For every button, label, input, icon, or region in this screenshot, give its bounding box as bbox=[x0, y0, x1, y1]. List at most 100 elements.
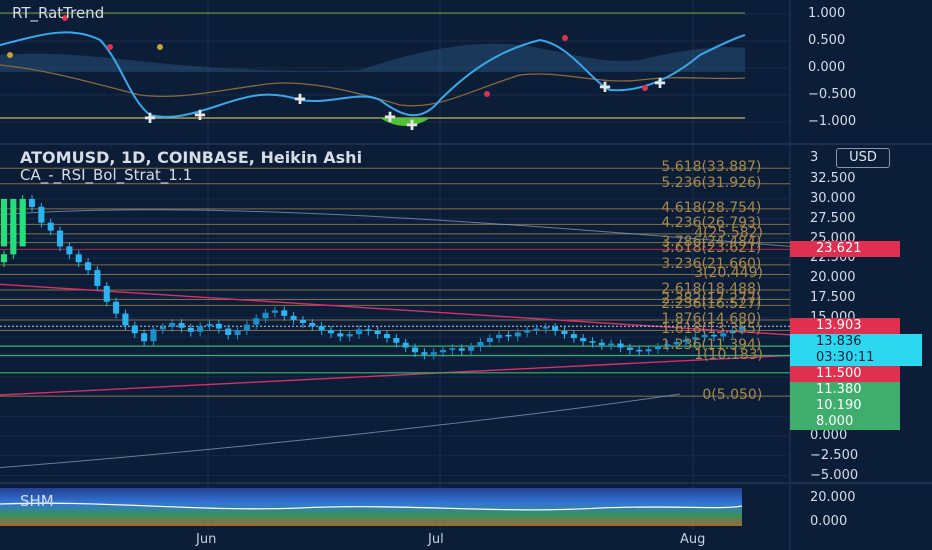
candle-body bbox=[75, 254, 82, 263]
cross-marker: ✚ bbox=[654, 76, 666, 92]
candle-body bbox=[533, 328, 540, 331]
candle-body bbox=[617, 343, 624, 348]
candle-body bbox=[374, 330, 381, 335]
price-tag: 11.380 bbox=[790, 382, 900, 399]
price-tag: 13.836 bbox=[790, 334, 922, 351]
strategy-title[interactable]: CA_-_RSI_Bol_Strat_1.1 bbox=[20, 166, 192, 184]
candle-body-up bbox=[0, 199, 8, 247]
candle-body bbox=[299, 319, 306, 324]
main-axis-tick: −2.500 bbox=[810, 447, 859, 463]
candle-body bbox=[28, 199, 36, 207]
cross-marker: ✚ bbox=[144, 111, 156, 127]
price-tag: 10.190 bbox=[790, 398, 900, 415]
candle-body bbox=[393, 338, 400, 343]
candle-body bbox=[645, 349, 652, 352]
signal-dot bbox=[157, 44, 163, 50]
candle-body bbox=[412, 347, 419, 353]
candle-body bbox=[262, 312, 269, 319]
cross-marker: ✚ bbox=[194, 108, 206, 124]
cross-marker: ✚ bbox=[384, 110, 396, 126]
fib-level-label: 2.236(16.527) bbox=[661, 296, 762, 313]
trendline-lower bbox=[0, 354, 791, 396]
candle-body bbox=[458, 348, 465, 351]
candle-body bbox=[486, 338, 493, 342]
candle-body bbox=[430, 352, 437, 355]
candle-body bbox=[598, 342, 605, 346]
signal-dot bbox=[642, 85, 648, 91]
candle-body bbox=[66, 246, 73, 255]
signal-dot bbox=[562, 35, 568, 41]
candle-body bbox=[253, 318, 260, 325]
fib-level-label: 0(5.050) bbox=[702, 387, 763, 404]
candle-body bbox=[561, 330, 568, 335]
candle-body bbox=[113, 301, 120, 314]
candle-body bbox=[234, 330, 241, 335]
top-axis-tick: −0.500 bbox=[808, 87, 857, 102]
fib-level-label: 1.618(13.355) bbox=[661, 321, 762, 338]
pane-divider-top[interactable] bbox=[0, 143, 932, 145]
candle-body bbox=[477, 341, 484, 347]
indicator-title-rattrend[interactable]: RT_RatTrend bbox=[12, 4, 104, 22]
main-axis-tick: 27.500 bbox=[810, 210, 856, 226]
candle-body bbox=[243, 324, 250, 331]
main-axis-tick: 30.000 bbox=[810, 191, 856, 206]
candle-body bbox=[505, 334, 512, 337]
main-axis-tick: 20.000 bbox=[810, 270, 856, 285]
candle-body bbox=[197, 326, 204, 332]
currency-button[interactable]: USD bbox=[836, 148, 890, 168]
fib-level-label: 5.236(31.926) bbox=[661, 174, 762, 191]
candle-body bbox=[178, 323, 185, 328]
date-label: Jul bbox=[428, 532, 444, 547]
chart-canvas[interactable]: ✚ ✚ ✚ ✚ ✚ ✚ ✚ bbox=[0, 0, 932, 550]
price-tag: 11.500 bbox=[790, 366, 900, 383]
candle-body bbox=[94, 270, 101, 286]
candle-body bbox=[103, 285, 110, 302]
candle-body bbox=[290, 315, 297, 320]
fib-level-label: 1(10.183) bbox=[694, 346, 764, 363]
price-tag: 03:30:11 bbox=[790, 350, 922, 367]
candle-body bbox=[85, 262, 92, 271]
top-axis-tick: 0.000 bbox=[808, 60, 846, 75]
pane-divider-bottom[interactable] bbox=[0, 482, 932, 484]
candle-body bbox=[524, 330, 531, 333]
candle-body bbox=[281, 310, 288, 316]
candle-body bbox=[271, 310, 278, 313]
candle-body bbox=[589, 341, 596, 343]
candle-body bbox=[654, 346, 661, 350]
candle-body bbox=[346, 334, 353, 337]
price-tag: 8.000 bbox=[790, 414, 900, 431]
candle-body bbox=[131, 325, 138, 334]
candle-body bbox=[215, 323, 222, 329]
signal-dot bbox=[484, 91, 490, 97]
candle-body bbox=[496, 334, 503, 339]
candle-body bbox=[337, 333, 344, 337]
signal-dot bbox=[107, 44, 113, 50]
candle-body bbox=[570, 334, 577, 339]
candle-body bbox=[355, 329, 363, 335]
candle-body bbox=[187, 327, 194, 332]
candle-body bbox=[122, 313, 129, 326]
candle-body bbox=[440, 349, 447, 353]
top-axis-tick: 0.500 bbox=[808, 33, 846, 48]
candle-body bbox=[141, 333, 148, 342]
candle-body bbox=[309, 323, 316, 327]
main-axis-tick: 17.500 bbox=[810, 289, 856, 305]
candle-body bbox=[159, 326, 166, 330]
signal-dot bbox=[7, 52, 13, 58]
candle-body bbox=[383, 334, 391, 339]
candle-body bbox=[468, 346, 475, 351]
price-tag: 13.903 bbox=[790, 318, 900, 335]
price-tag: 23.621 bbox=[790, 241, 900, 258]
candle-body bbox=[47, 222, 54, 231]
candle-body bbox=[0, 254, 8, 263]
candle-body-up bbox=[10, 199, 17, 247]
main-axis-tick: 0.000 bbox=[810, 428, 848, 443]
candle-body bbox=[608, 343, 615, 346]
indicator-title-shm[interactable]: SHM bbox=[20, 492, 54, 510]
fib-level-label: 4.618(28.754) bbox=[661, 199, 762, 216]
symbol-title[interactable]: ATOMUSD, 1D, COINBASE, Heikin Ashi bbox=[20, 148, 362, 167]
candle-body bbox=[225, 328, 232, 335]
candle-body bbox=[580, 338, 587, 342]
candle-body bbox=[514, 332, 521, 337]
cross-marker: ✚ bbox=[406, 118, 418, 134]
